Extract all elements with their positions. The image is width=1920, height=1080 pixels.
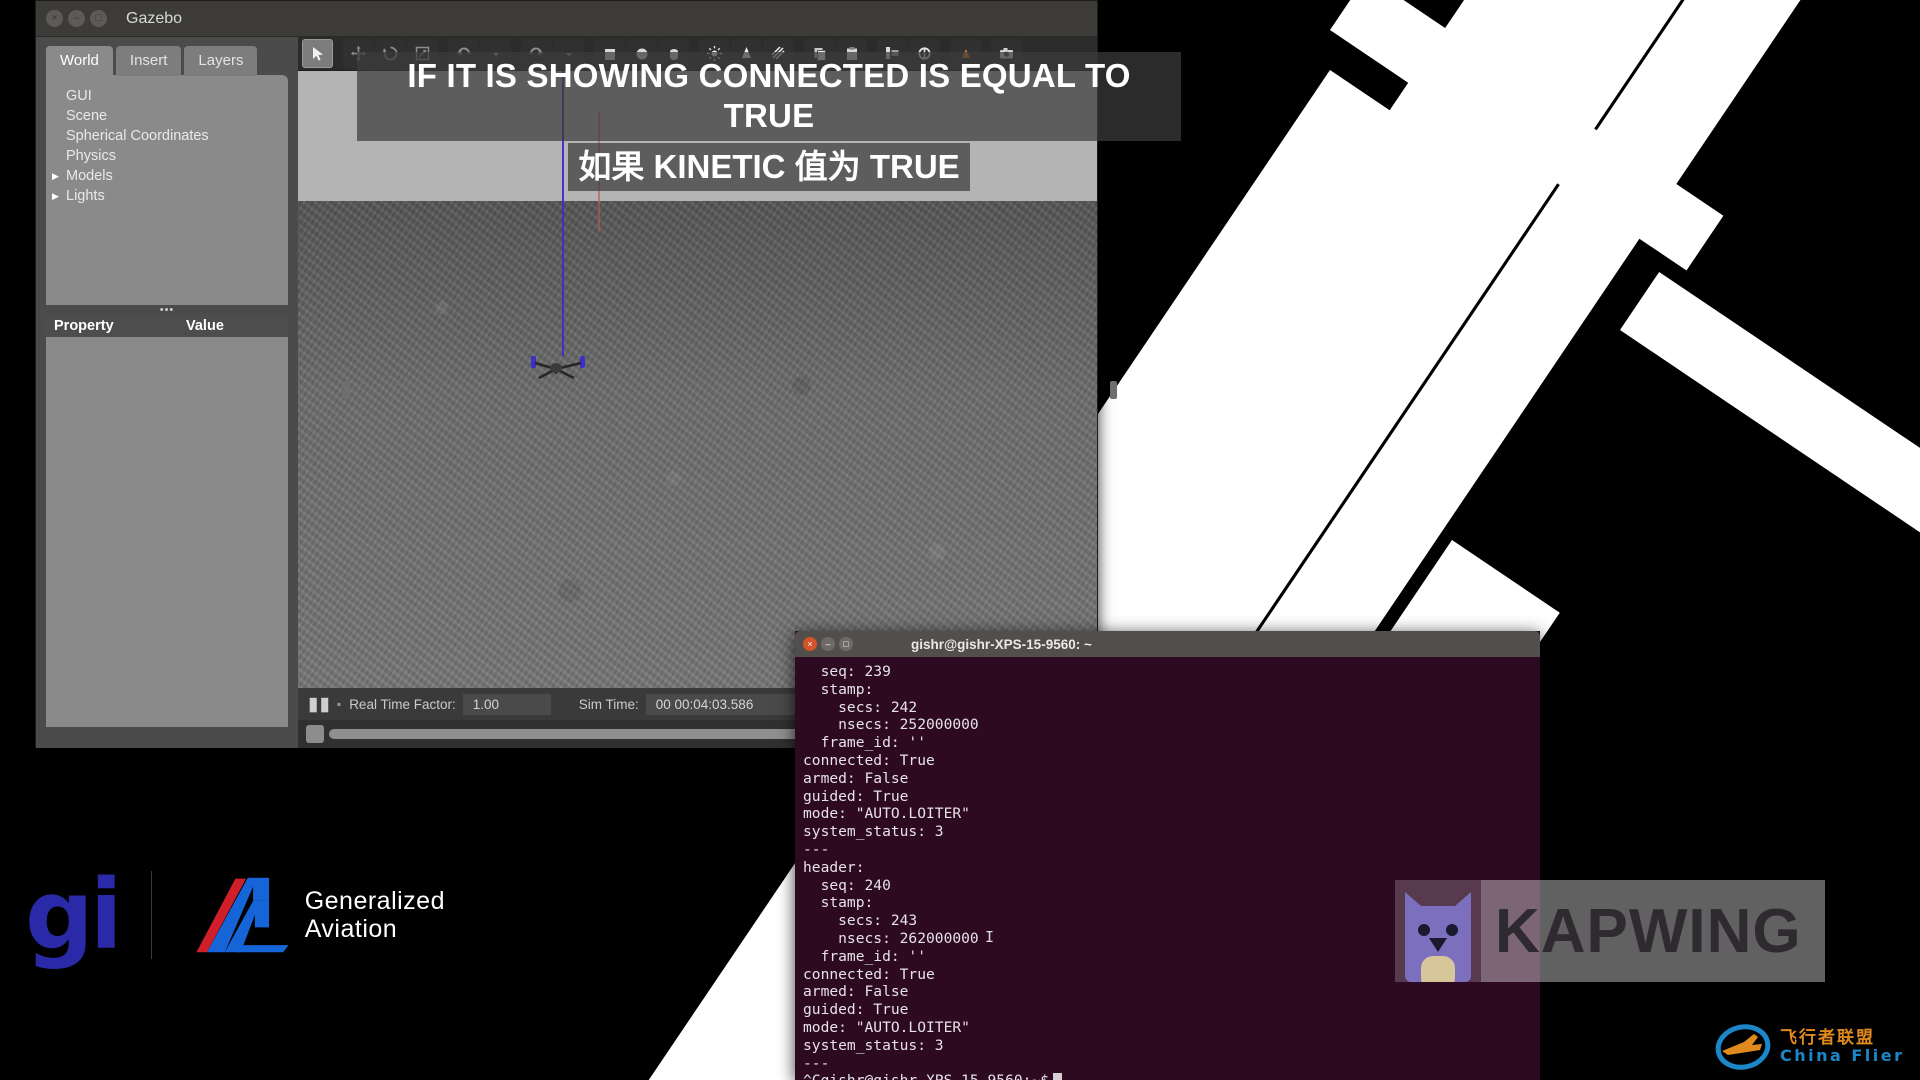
point-light-icon[interactable] (699, 39, 730, 68)
panel-splitter[interactable]: ••• (46, 304, 288, 316)
scale-icon[interactable] (407, 39, 438, 68)
chevron-right-icon[interactable]: ▶ (52, 191, 66, 202)
terminal-window[interactable]: × – □ gishr@gishr-XPS-15-9560: ~ seq: 23… (795, 631, 1540, 1080)
china-flier-chinese: 飞行者联盟 (1780, 1027, 1875, 1047)
generalized-aviation-text: Generalized Aviation (305, 887, 445, 943)
logo-divider (150, 871, 153, 959)
column-header-value: Value (186, 318, 224, 334)
tree-item-scene[interactable]: Scene (46, 106, 288, 126)
sphere-icon[interactable] (626, 39, 657, 68)
step-icon[interactable]: ▪ (337, 697, 341, 711)
axis-line-blue (562, 71, 564, 356)
gazebo-tabs[interactable]: World Insert Layers (46, 46, 298, 76)
plane-ring-icon (1715, 1024, 1771, 1070)
terminal-window-title: gishr@gishr-XPS-15-9560: ~ (911, 636, 1092, 652)
gi-logo: gi Generalized Aviation (25, 855, 445, 975)
minimize-icon[interactable]: – (821, 637, 835, 651)
axis-line-red (598, 111, 600, 231)
directional-light-icon[interactable] (763, 39, 794, 68)
tree-item-gui[interactable]: GUI (46, 86, 288, 106)
gazebo-titlebar[interactable]: × – □ Gazebo (36, 1, 1097, 37)
sim-time-value: 00 00:04:03.586 (645, 693, 796, 715)
undo-dropdown-icon[interactable] (480, 39, 511, 68)
translate-icon[interactable] (343, 39, 374, 68)
viewport-ground (298, 201, 1097, 688)
chevron-right-icon[interactable]: ▶ (52, 171, 66, 182)
gazebo-toolbar[interactable] (298, 37, 1097, 71)
quadcopter-drone[interactable] (530, 352, 586, 386)
china-flier-english: China Flier (1780, 1045, 1905, 1065)
pause-icon[interactable]: ▮▮ (308, 693, 331, 716)
tree-item-label: Scene (66, 108, 108, 124)
real-time-factor-value: 1.00 (462, 693, 551, 715)
tree-item-label: Models (66, 168, 113, 184)
spot-light-icon[interactable] (731, 39, 762, 68)
copy-icon[interactable] (804, 39, 835, 68)
real-time-factor-label: Real Time Factor: (349, 696, 456, 712)
text-cursor-icon: I (985, 928, 995, 946)
panel-resize-handle-left[interactable] (343, 381, 350, 399)
tree-item-models[interactable]: ▶ Models (46, 166, 288, 186)
minimize-icon[interactable]: – (68, 10, 85, 27)
kapwing-watermark: KAPWING (1395, 880, 1825, 990)
tree-item-label: Spherical Coordinates (66, 128, 209, 144)
select-arrow-icon[interactable] (302, 39, 333, 68)
tree-item-label: GUI (66, 88, 92, 104)
view-icon[interactable] (950, 39, 981, 68)
world-tree[interactable]: GUI Scene Spherical Coordinates Physics … (46, 75, 288, 305)
scroll-corner-icon[interactable] (306, 725, 324, 743)
undo-icon[interactable] (448, 39, 479, 68)
gazebo-window-title: Gazebo (126, 9, 183, 27)
column-header-property: Property (54, 318, 114, 334)
gi-logo-text: gi (25, 858, 123, 971)
terminal-output[interactable]: seq: 239 stamp: secs: 242 nsecs: 2520000… (795, 657, 1540, 1080)
terminal-titlebar[interactable]: × – □ gishr@gishr-XPS-15-9560: ~ (795, 631, 1540, 657)
tree-item-lights[interactable]: ▶ Lights (46, 186, 288, 206)
viewport-sky (298, 71, 1097, 201)
splitter-grip-icon: ••• (159, 304, 175, 316)
tab-insert[interactable]: Insert (115, 46, 182, 76)
tree-item-label: Physics (66, 148, 116, 164)
close-icon[interactable]: × (46, 10, 63, 27)
redo-dropdown-icon[interactable] (553, 39, 584, 68)
maximize-icon[interactable]: □ (839, 637, 853, 651)
sim-time-label: Sim Time: (578, 696, 639, 712)
china-flier-logo: 飞行者联盟 China Flier (1714, 1018, 1914, 1076)
rotate-icon[interactable] (375, 39, 406, 68)
property-table-header: Property Value (46, 315, 288, 337)
tab-world[interactable]: World (46, 46, 113, 76)
snap-icon[interactable] (909, 39, 940, 68)
terminal-cursor (1053, 1073, 1063, 1080)
redo-icon[interactable] (521, 39, 552, 68)
box-icon[interactable] (594, 39, 625, 68)
panel-resize-handle-right[interactable] (1110, 381, 1117, 399)
stripe (1620, 271, 1920, 644)
tree-item-physics[interactable]: Physics (46, 146, 288, 166)
tab-layers[interactable]: Layers (184, 46, 258, 76)
gazebo-3d-viewport[interactable] (298, 71, 1097, 688)
gazebo-left-panel: World Insert Layers GUI Scene Spherical … (36, 37, 298, 748)
close-icon[interactable]: × (803, 637, 817, 651)
ga-line-1: Generalized (304, 887, 445, 915)
paste-icon[interactable] (836, 39, 867, 68)
tree-item-spherical-coordinates[interactable]: Spherical Coordinates (46, 126, 288, 146)
tree-item-label: Lights (66, 188, 105, 204)
property-table-body[interactable] (46, 337, 288, 727)
screenshot-icon[interactable] (991, 39, 1022, 68)
maximize-icon[interactable]: □ (90, 10, 107, 27)
align-icon[interactable] (877, 39, 908, 68)
generalized-aviation-mark-icon (196, 877, 289, 953)
cylinder-icon[interactable] (658, 39, 689, 68)
owl-icon (1395, 880, 1481, 990)
ga-line-2: Aviation (304, 915, 398, 943)
kapwing-text: KAPWING (1495, 896, 1802, 966)
